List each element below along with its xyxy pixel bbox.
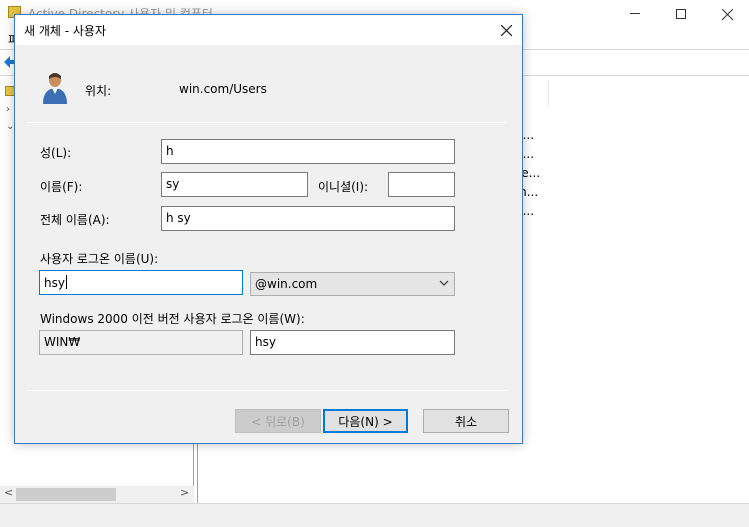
location-value: win.com/Users	[179, 82, 267, 96]
dialog-title: 새 개체 - 사용자	[24, 24, 107, 38]
last-name-input[interactable]: h	[161, 139, 455, 164]
column-divider[interactable]	[548, 80, 549, 106]
full-name-input[interactable]: h sy	[161, 206, 455, 231]
scroll-left-icon[interactable]: <	[4, 486, 13, 499]
location-label: 위치:	[85, 84, 112, 98]
back-button[interactable]: < 뒤로(B)	[235, 409, 321, 433]
chevron-down-icon	[439, 280, 449, 286]
logon-name-input[interactable]: hsy	[39, 270, 243, 295]
window-close-button[interactable]	[704, 0, 749, 28]
initials-label: 이니셜(I):	[318, 180, 369, 194]
minimize-button[interactable]	[612, 0, 658, 28]
pre2000-domain-field: WIN₩	[39, 330, 243, 355]
status-bar	[0, 503, 749, 527]
close-icon	[721, 8, 733, 20]
text-cursor	[65, 275, 67, 289]
next-button[interactable]: 다음(N) >	[323, 409, 408, 433]
first-name-label: 이름(F):	[40, 180, 83, 194]
tree-horizontal-scrollbar[interactable]: < >	[0, 486, 194, 503]
user-icon	[43, 73, 67, 104]
minimize-icon	[630, 13, 640, 14]
scrollbar-thumb[interactable]	[16, 488, 116, 501]
logon-name-label: 사용자 로그온 이름(U):	[40, 252, 159, 266]
pre2000-label: Windows 2000 이전 버전 사용자 로그온 이름(W):	[40, 312, 305, 326]
maximize-button[interactable]	[658, 0, 704, 28]
last-name-label: 성(L):	[40, 146, 72, 160]
initials-input[interactable]	[388, 172, 455, 197]
close-icon	[500, 24, 512, 36]
full-name-label: 전체 이름(A):	[40, 213, 110, 227]
dialog-titlebar: 새 개체 - 사용자	[15, 15, 522, 45]
cancel-button[interactable]: 취소	[423, 409, 509, 433]
maximize-icon	[676, 9, 686, 19]
separator	[27, 122, 506, 123]
new-user-dialog: 새 개체 - 사용자 위치: win.com/Users 성(L): h 이름(…	[14, 14, 523, 444]
tree-collapsed-arrow-icon[interactable]: ›	[6, 104, 10, 115]
separator	[27, 390, 508, 391]
upn-suffix-value: @win.com	[255, 277, 318, 291]
logon-name-value: hsy	[44, 276, 65, 290]
dialog-close-button[interactable]	[491, 18, 521, 42]
scroll-right-icon[interactable]: >	[180, 486, 189, 499]
upn-suffix-select[interactable]: @win.com	[250, 272, 455, 296]
pre2000-logon-input[interactable]: hsy	[250, 330, 455, 355]
first-name-input[interactable]: sy	[161, 172, 308, 197]
